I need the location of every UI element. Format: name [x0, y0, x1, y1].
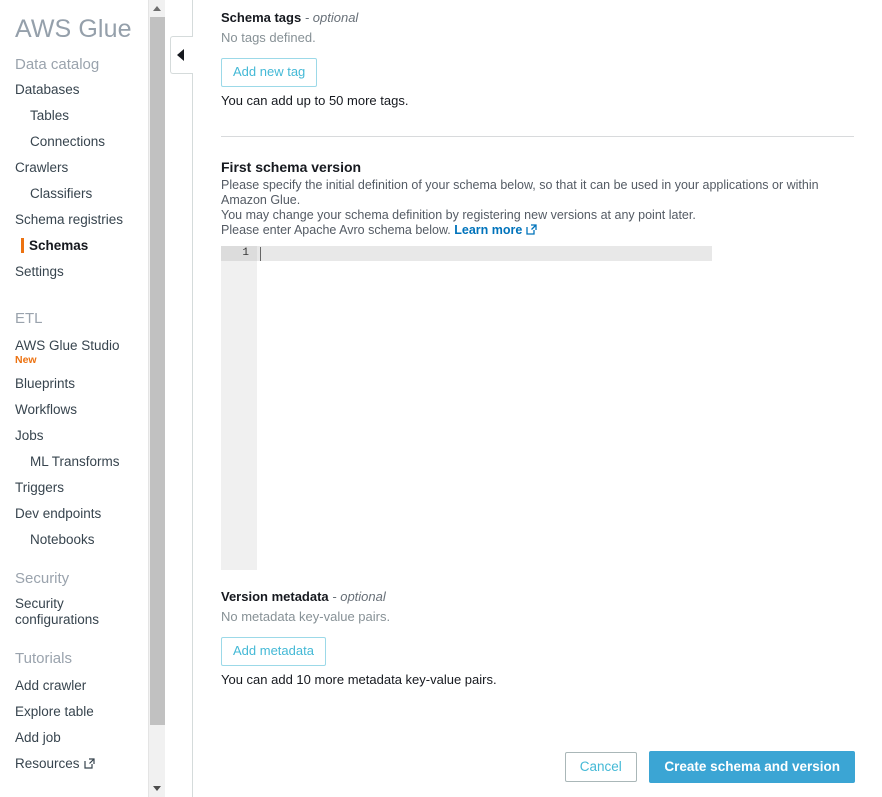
- sidebar-item-workflows[interactable]: Workflows: [0, 401, 148, 418]
- schema-definition-editor[interactable]: 1: [221, 246, 875, 570]
- sidebar-section-data-catalog: Data catalog: [0, 56, 148, 73]
- cancel-button[interactable]: Cancel: [565, 752, 637, 782]
- version-metadata-label-text: Version metadata: [221, 589, 329, 604]
- schema-tags-optional-suffix: - optional: [305, 10, 358, 25]
- first-schema-version-desc-line2: You may change your schema definition by…: [221, 208, 696, 222]
- first-schema-version-desc-line3: Please enter Apache Avro schema below.: [221, 223, 451, 237]
- first-schema-version-title: First schema version: [221, 137, 854, 175]
- sidebar-badge-new: New: [0, 354, 148, 367]
- sidebar-item-security-configurations[interactable]: Security configurations: [0, 596, 125, 628]
- external-link-icon: [526, 224, 537, 239]
- editor-gutter: 1: [221, 246, 257, 570]
- sidebar-section-security: Security: [0, 570, 148, 587]
- sidebar-item-resources[interactable]: Resources: [0, 755, 148, 773]
- sidebar-item-add-crawler[interactable]: Add crawler: [0, 677, 148, 694]
- sidebar-item-explore-table[interactable]: Explore table: [0, 703, 148, 720]
- sidebar-item-settings[interactable]: Settings: [0, 263, 148, 280]
- sidebar-item-ml-transforms[interactable]: ML Transforms: [0, 453, 148, 470]
- external-link-icon: [84, 756, 95, 773]
- schema-definition-input[interactable]: [257, 246, 875, 570]
- add-metadata-button[interactable]: Add metadata: [221, 637, 326, 666]
- version-metadata-label: Version metadata - optional: [221, 570, 854, 604]
- sidebar-item-schemas[interactable]: Schemas: [0, 237, 148, 254]
- sidebar: AWS Glue Data catalog Databases Tables C…: [0, 0, 148, 797]
- sidebar-item-notebooks[interactable]: Notebooks: [0, 531, 148, 548]
- sidebar-item-dev-endpoints[interactable]: Dev endpoints: [0, 505, 148, 522]
- schema-tags-label-text: Schema tags: [221, 10, 301, 25]
- create-schema-and-version-button[interactable]: Create schema and version: [649, 751, 855, 783]
- learn-more-link[interactable]: Learn more: [454, 223, 522, 237]
- sidebar-item-resources-label: Resources: [15, 756, 80, 771]
- sidebar-item-connections[interactable]: Connections: [0, 133, 148, 150]
- version-metadata-limit-text: You can add 10 more metadata key-value p…: [221, 666, 854, 687]
- sidebar-item-triggers[interactable]: Triggers: [0, 479, 148, 496]
- sidebar-item-add-job[interactable]: Add job: [0, 729, 148, 746]
- chevron-left-icon: [177, 49, 184, 61]
- version-metadata-optional-suffix: - optional: [332, 589, 385, 604]
- sidebar-scrollbar[interactable]: [148, 0, 165, 797]
- schema-tags-limit-text: You can add up to 50 more tags.: [221, 87, 854, 108]
- schema-tags-empty-text: No tags defined.: [221, 25, 854, 45]
- editor-line-number: 1: [221, 246, 249, 261]
- scrollbar-down-arrow-icon[interactable]: [149, 780, 165, 797]
- version-metadata-empty-text: No metadata key-value pairs.: [221, 604, 854, 624]
- form-actions-footer: Cancel Create schema and version: [193, 751, 882, 797]
- first-schema-version-description: Please specify the initial definition of…: [221, 175, 854, 239]
- scrollbar-thumb[interactable]: [150, 17, 165, 725]
- sidebar-section-tutorials: Tutorials: [0, 650, 148, 667]
- main-content-panel: Schema tags - optional No tags defined. …: [192, 0, 882, 797]
- sidebar-item-blueprints[interactable]: Blueprints: [0, 375, 148, 392]
- scrollbar-up-arrow-icon[interactable]: [149, 0, 165, 17]
- sidebar-item-tables[interactable]: Tables: [0, 107, 148, 124]
- sidebar-item-crawlers[interactable]: Crawlers: [0, 159, 148, 176]
- sidebar-item-jobs[interactable]: Jobs: [0, 427, 148, 444]
- sidebar-item-aws-glue-studio[interactable]: AWS Glue Studio: [0, 337, 148, 354]
- first-schema-version-desc-line1: Please specify the initial definition of…: [221, 178, 819, 207]
- sidebar-item-classifiers[interactable]: Classifiers: [0, 185, 148, 202]
- schema-tags-label: Schema tags - optional: [221, 0, 854, 25]
- app-brand-title: AWS Glue: [0, 0, 148, 44]
- sidebar-item-schema-registries[interactable]: Schema registries: [0, 211, 148, 228]
- add-new-tag-button[interactable]: Add new tag: [221, 58, 317, 87]
- collapse-sidebar-button[interactable]: [170, 36, 193, 74]
- sidebar-section-etl: ETL: [0, 310, 148, 327]
- sidebar-item-databases[interactable]: Databases: [0, 81, 148, 98]
